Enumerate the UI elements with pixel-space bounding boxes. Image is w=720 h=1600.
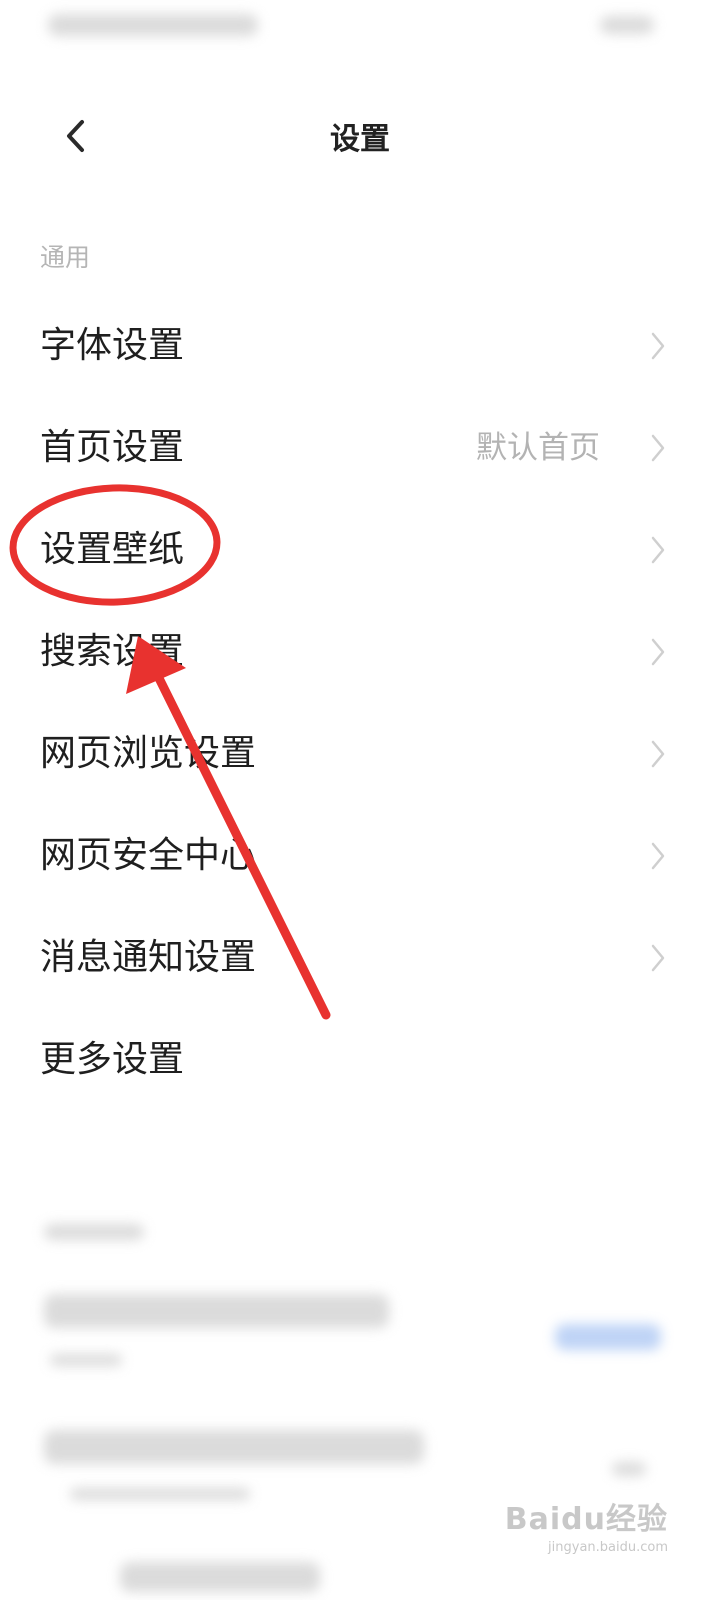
settings-item-label: 消息通知设置 — [40, 937, 257, 978]
settings-item-label: 设置壁纸 — [40, 529, 185, 570]
watermark-url: jingyan.baidu.com — [548, 1540, 668, 1555]
blurred-section-header — [44, 1224, 144, 1240]
settings-item-label: 更多设置 — [40, 1039, 185, 1080]
settings-item-browsing[interactable]: 网页浏览设置 — [0, 703, 720, 805]
chevron-right-icon — [651, 638, 665, 666]
status-left-blur — [48, 14, 258, 36]
section-label-general: 通用 — [40, 243, 91, 272]
blurred-row-text — [120, 1562, 320, 1592]
settings-item-label: 网页浏览设置 — [40, 733, 257, 774]
settings-item-value: 默认首页 — [476, 430, 600, 466]
page-title: 设置 — [330, 122, 390, 157]
status-bar — [0, 0, 720, 54]
chevron-right-icon — [651, 434, 665, 462]
chevron-right-icon — [651, 944, 665, 972]
settings-item-more[interactable]: 更多设置 — [0, 1009, 720, 1111]
blurred-row-text — [44, 1430, 424, 1464]
settings-item-wallpaper[interactable]: 设置壁纸 — [0, 499, 720, 601]
chevron-right-icon — [651, 842, 665, 870]
blurred-row-icon — [612, 1462, 646, 1476]
settings-item-homepage[interactable]: 首页设置 默认首页 — [0, 397, 720, 499]
settings-list: 字体设置 首页设置 默认首页 设置壁纸 搜索设置 网页浏览设置 网页安全中心 消… — [0, 295, 720, 1111]
settings-item-label: 搜索设置 — [40, 631, 185, 672]
watermark: Baidu经验 jingyan.baidu.com — [505, 1494, 668, 1555]
settings-item-font[interactable]: 字体设置 — [0, 295, 720, 397]
header: 设置 — [0, 90, 720, 182]
blurred-row-subtext — [50, 1354, 122, 1366]
settings-item-label: 首页设置 — [40, 427, 185, 468]
blurred-row-subtext — [70, 1488, 250, 1500]
settings-item-label: 网页安全中心 — [40, 835, 257, 876]
blurred-action-link[interactable] — [555, 1324, 661, 1350]
chevron-right-icon — [651, 740, 665, 768]
status-right-blur — [600, 16, 654, 34]
settings-item-security[interactable]: 网页安全中心 — [0, 805, 720, 907]
chevron-right-icon — [651, 536, 665, 564]
chevron-right-icon — [651, 332, 665, 360]
blurred-row-text — [44, 1294, 389, 1328]
settings-item-label: 字体设置 — [40, 325, 185, 366]
watermark-logo: Baidu经验 — [504, 1502, 668, 1537]
settings-item-search[interactable]: 搜索设置 — [0, 601, 720, 703]
settings-item-notifications[interactable]: 消息通知设置 — [0, 907, 720, 1009]
